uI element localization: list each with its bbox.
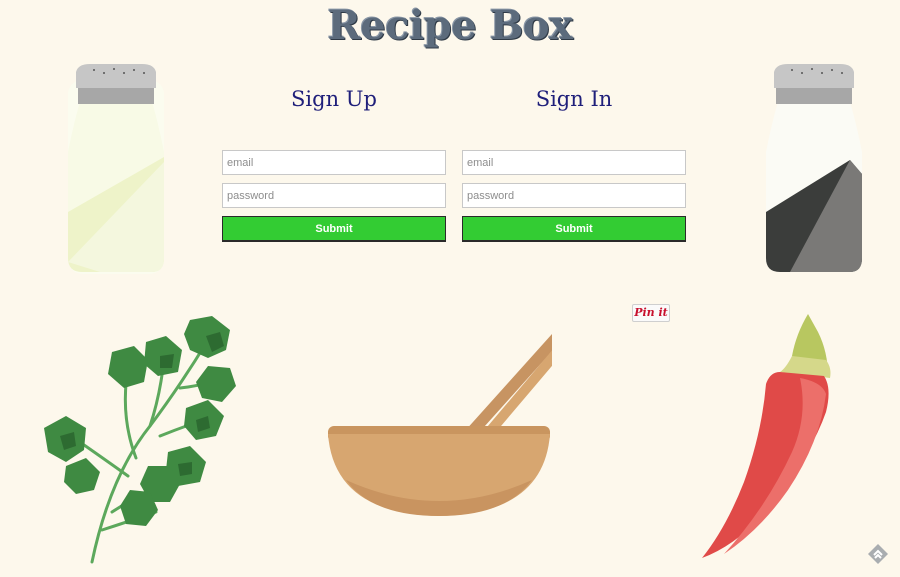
- signup-submit-button[interactable]: Submit: [222, 216, 446, 242]
- signup-email-input[interactable]: [222, 150, 446, 175]
- chili-pepper-icon: [702, 314, 831, 558]
- page-title: Recipe Box: [327, 2, 573, 49]
- signin-heading: Sign In: [535, 87, 613, 111]
- signin-submit-button[interactable]: Submit: [462, 216, 686, 242]
- signup-heading: Sign Up: [291, 87, 377, 111]
- pepper-shaker-icon: [766, 64, 862, 272]
- signin-password-input[interactable]: [462, 183, 686, 208]
- pin-it-button[interactable]: Pin it: [632, 304, 670, 322]
- signup-form: Sign Up Submit: [222, 84, 446, 242]
- salt-shaker-icon: [68, 64, 164, 274]
- signup-password-input[interactable]: [222, 183, 446, 208]
- signin-email-input[interactable]: [462, 150, 686, 175]
- mixing-bowl-icon: [328, 333, 552, 516]
- feedly-icon[interactable]: [866, 542, 890, 566]
- parsley-icon: [44, 316, 236, 564]
- signin-form: Sign In Submit: [462, 84, 686, 242]
